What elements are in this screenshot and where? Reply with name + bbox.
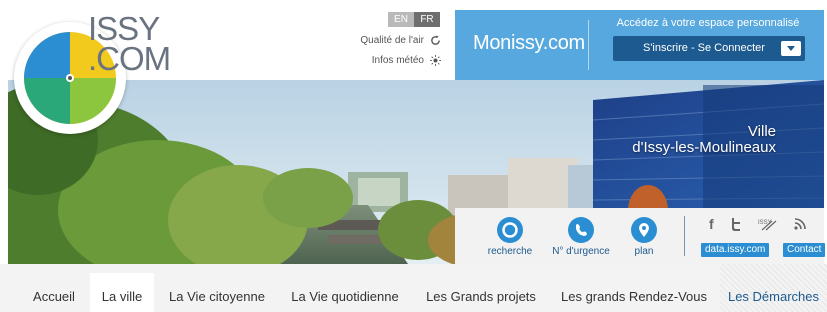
toolbox-divider [684,216,685,256]
main-navigation: Accueil La ville La Vie citoyenne La Vie… [0,264,827,312]
quick-tools-panel: recherche N° d'urgence plan f ISSY data.… [455,208,826,264]
login-label: S'inscrire - Se Connecter [643,42,765,54]
refresh-icon [431,35,440,45]
weather-label: Infos météo [371,55,424,66]
monissy-panel: Monissy.com Accédez à votre espace perso… [455,10,824,80]
data-issy-link[interactable]: data.issy.com [701,243,770,257]
contact-link[interactable]: Contact [783,243,826,257]
monissy-prompt: Accédez à votre espace personnalisé [616,17,800,29]
ville-line-1: Ville [747,123,776,140]
map-tool[interactable]: plan [631,217,657,257]
ville-title: Ville d'Issy-les-Moulineaux [632,124,776,156]
twitter-icon[interactable] [730,217,742,231]
emergency-label: N° d'urgence [552,246,610,257]
search-label: recherche [487,246,533,257]
logo-line-2: .COM [88,40,171,77]
phone-icon [568,217,594,243]
lang-fr-button[interactable]: FR [414,12,440,27]
nav-item-rendez-vous[interactable]: Les grands Rendez-Vous [554,264,714,312]
nav-item-accueil[interactable]: Accueil [24,264,84,312]
nav-item-grands-projets[interactable]: Les Grands projets [418,264,544,312]
lang-en-button[interactable]: EN [388,12,414,27]
issy-tv-icon[interactable]: ISSY [758,217,778,231]
site-logo[interactable]: ISSY .COM [14,10,171,134]
facebook-icon[interactable]: f [709,216,714,232]
ville-line-2: d'Issy-les-Moulineaux [632,139,776,156]
monissy-divider [588,20,589,70]
social-links: f ISSY [709,216,806,232]
sun-icon [430,55,441,66]
nav-item-vie-quotidienne[interactable]: La Vie quotidienne [282,264,408,312]
nav-item-demarches[interactable]: Les Démarches [720,264,827,312]
map-pin-icon [631,217,657,243]
logo-wordmark: ISSY .COM [88,12,171,77]
language-switcher: EN FR [388,12,440,27]
search-tool[interactable]: recherche [485,217,535,257]
air-quality-link[interactable]: Qualité de l'air [360,35,441,46]
air-quality-label: Qualité de l'air [360,35,424,46]
monissy-brand[interactable]: Monissy.com [473,32,585,55]
rss-icon[interactable] [794,218,806,230]
chevron-down-icon [781,41,801,56]
login-dropdown-button[interactable]: S'inscrire - Se Connecter [613,36,805,61]
weather-link[interactable]: Infos météo [372,55,441,66]
nav-item-la-ville[interactable]: La ville [90,273,154,312]
site-header: ISSY .COM EN FR Qualité de l'air Infos m… [0,0,827,134]
emergency-tool[interactable]: N° d'urgence [551,217,611,257]
map-label: plan [634,246,654,257]
search-icon [497,217,523,243]
nav-item-vie-citoyenne[interactable]: La Vie citoyenne [162,264,272,312]
